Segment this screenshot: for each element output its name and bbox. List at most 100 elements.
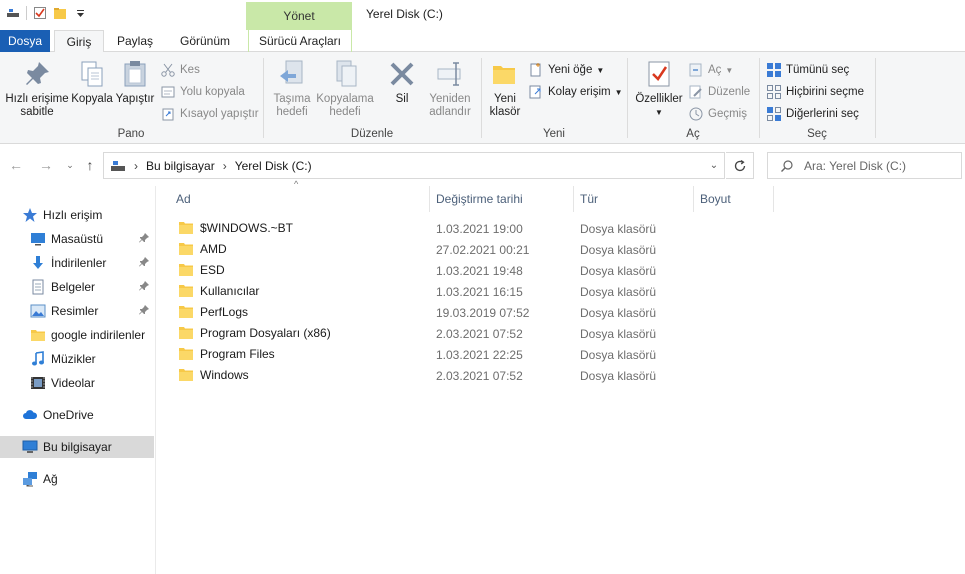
breadcrumb-local-disk[interactable]: Yerel Disk (C:) (235, 159, 312, 173)
tab-home[interactable]: Giriş (54, 30, 104, 53)
star-icon (23, 208, 37, 222)
nav-item-label: Videolar (51, 376, 95, 390)
open-button[interactable]: Aç ▼ (688, 60, 733, 80)
chevron-right-icon: › (222, 158, 227, 173)
nav-onedrive[interactable]: OneDrive (0, 404, 154, 426)
tab-share[interactable]: Paylaş (110, 30, 160, 52)
pin-label-1: Hızlı erişime (5, 93, 69, 105)
copy-path-button[interactable]: Yolu kopyala (160, 82, 245, 102)
tab-drive-tools[interactable]: Sürücü Araçları (248, 30, 352, 52)
desktop-icon (31, 233, 45, 246)
table-row[interactable]: $WINDOWS.~BT 1.03.2021 19:00 Dosya klasö… (170, 218, 670, 239)
column-header-date[interactable]: Değiştirme tarihi (430, 186, 574, 212)
column-header-size[interactable]: Boyut (694, 186, 774, 212)
nav-network[interactable]: Ağ (0, 468, 154, 490)
pin-icon (139, 305, 149, 315)
drive-icon[interactable] (6, 6, 20, 20)
history-button[interactable]: Geçmiş (688, 104, 747, 124)
nav-item-label: Masaüstü (51, 232, 104, 246)
customize-qat-icon[interactable] (73, 6, 87, 20)
file-name: ESD (200, 263, 225, 277)
table-row[interactable]: Program Dosyaları (x86) 2.03.2021 07:52 … (170, 323, 670, 344)
delete-button[interactable]: Sil (384, 58, 420, 106)
file-name-cell: ESD (178, 263, 225, 277)
move-to-label-2: hedefi (276, 106, 308, 118)
move-to-button[interactable]: Taşıma hedefi (268, 58, 316, 119)
file-name-cell: $WINDOWS.~BT (178, 221, 293, 235)
nav-item-label: google indirilenler (51, 328, 146, 342)
open-label: Aç (708, 64, 722, 76)
folder-icon (179, 264, 193, 276)
cut-button[interactable]: Kes (160, 60, 200, 80)
nav-quick-access[interactable]: Hızlı erişim (0, 204, 154, 226)
column-header-type[interactable]: Tür (574, 186, 694, 212)
table-row[interactable]: Kullanıcılar 1.03.2021 16:15 Dosya klasö… (170, 281, 670, 302)
copy-to-button[interactable]: Kopyalama hedefi (316, 58, 374, 119)
paste-button[interactable]: Yapıştır (114, 58, 156, 106)
table-row[interactable]: ESD 1.03.2021 19:48 Dosya klasörü (170, 260, 670, 281)
file-name-cell: Program Dosyaları (x86) (178, 326, 331, 340)
contextual-tab-manage[interactable]: Yönet (246, 2, 352, 30)
select-all-button[interactable]: Tümünü seç (766, 60, 849, 80)
invert-selection-button[interactable]: Diğerlerini seç (766, 104, 859, 124)
new-folder-button[interactable]: Yeni klasör (484, 58, 526, 119)
rename-button[interactable]: Yeniden adlandır (424, 58, 476, 119)
paste-label: Yapıştır (115, 93, 155, 105)
properties-icon[interactable] (33, 6, 47, 20)
pin-quick-access-button[interactable]: Hızlı erişime sabitle (4, 58, 70, 119)
nav-item-google-downloads[interactable]: google indirilenler (0, 324, 154, 346)
column-header-name[interactable]: Ad (170, 186, 430, 212)
refresh-button[interactable] (726, 152, 754, 179)
tab-view[interactable]: Görünüm (170, 30, 240, 52)
ribbon: Hızlı erişime sabitle Kopyala Yapıştır K… (0, 52, 965, 144)
new-folder-icon[interactable] (53, 6, 67, 20)
copy-to-label-1: Kopyalama (316, 93, 374, 105)
table-row[interactable]: Windows 2.03.2021 07:52 Dosya klasörü (170, 365, 670, 386)
nav-item-music[interactable]: Müzikler (0, 348, 154, 370)
back-button[interactable]: ← (8, 157, 24, 173)
address-bar[interactable]: › Bu bilgisayar › Yerel Disk (C:) (103, 152, 725, 179)
nav-this-pc[interactable]: Bu bilgisayar (0, 436, 154, 458)
file-list: ^ Ad Değiştirme tarihi Tür Boyut $WINDOW… (160, 179, 965, 574)
pin-icon (139, 281, 149, 291)
nav-item-desktop[interactable]: Masaüstü (0, 228, 154, 250)
table-row[interactable]: Program Files 1.03.2021 22:25 Dosya klas… (170, 344, 670, 365)
nav-item-pictures[interactable]: Resimler (0, 300, 154, 322)
nav-item-downloads[interactable]: İndirilenler (0, 252, 154, 274)
file-date: 2.03.2021 07:52 (436, 369, 523, 383)
paste-shortcut-label: Kısayol yapıştır (180, 108, 259, 120)
file-name: PerfLogs (200, 305, 249, 319)
rename-icon (437, 62, 461, 86)
tab-file[interactable]: Dosya (0, 30, 50, 52)
file-date: 1.03.2021 19:00 (436, 222, 523, 236)
copy-button[interactable]: Kopyala (70, 58, 114, 106)
ribbon-tabs: Dosya Giriş Paylaş Görünüm Sürücü Araçla… (0, 30, 965, 53)
forward-button[interactable]: → (38, 157, 54, 173)
folder-icon (179, 285, 193, 297)
paste-shortcut-button[interactable]: Kısayol yapıştır (160, 104, 259, 124)
nav-this-pc-label: Bu bilgisayar (43, 440, 112, 454)
up-button[interactable]: ↑ (82, 157, 98, 173)
edit-label: Düzenle (708, 86, 751, 98)
table-row[interactable]: AMD 27.02.2021 00:21 Dosya klasörü (170, 239, 670, 260)
nav-item-documents[interactable]: Belgeler (0, 276, 154, 298)
nav-item-label: İndirilenler (51, 256, 107, 270)
edit-button[interactable]: Düzenle (688, 82, 750, 102)
easy-access-button[interactable]: Kolay erişim ▼ (528, 82, 623, 102)
folder-icon (179, 306, 193, 318)
group-new: Yeni klasör Yeni öğe ▼ Kolay erişim ▼ Ye… (482, 56, 626, 142)
properties-button[interactable]: Özellikler ▼ (632, 58, 686, 119)
nav-item-videos[interactable]: Videolar (0, 372, 154, 394)
breadcrumb-this-pc[interactable]: Bu bilgisayar (146, 159, 215, 173)
table-row[interactable]: PerfLogs 19.03.2019 07:52 Dosya klasörü (170, 302, 670, 323)
file-type: Dosya klasörü (580, 327, 657, 341)
select-none-button[interactable]: Hiçbirini seçme (766, 82, 864, 102)
search-box[interactable]: Ara: Yerel Disk (C:) (767, 152, 962, 179)
address-dropdown-button[interactable]: ⌄ (703, 152, 725, 179)
file-type: Dosya klasörü (580, 306, 657, 320)
file-name-cell: Windows (178, 368, 249, 382)
select-all-icon (767, 63, 781, 77)
new-item-button[interactable]: Yeni öğe ▼ (528, 60, 604, 80)
dropdown-arrow-icon: ▼ (725, 65, 734, 75)
recent-locations-button[interactable]: ⌄ (62, 160, 78, 171)
